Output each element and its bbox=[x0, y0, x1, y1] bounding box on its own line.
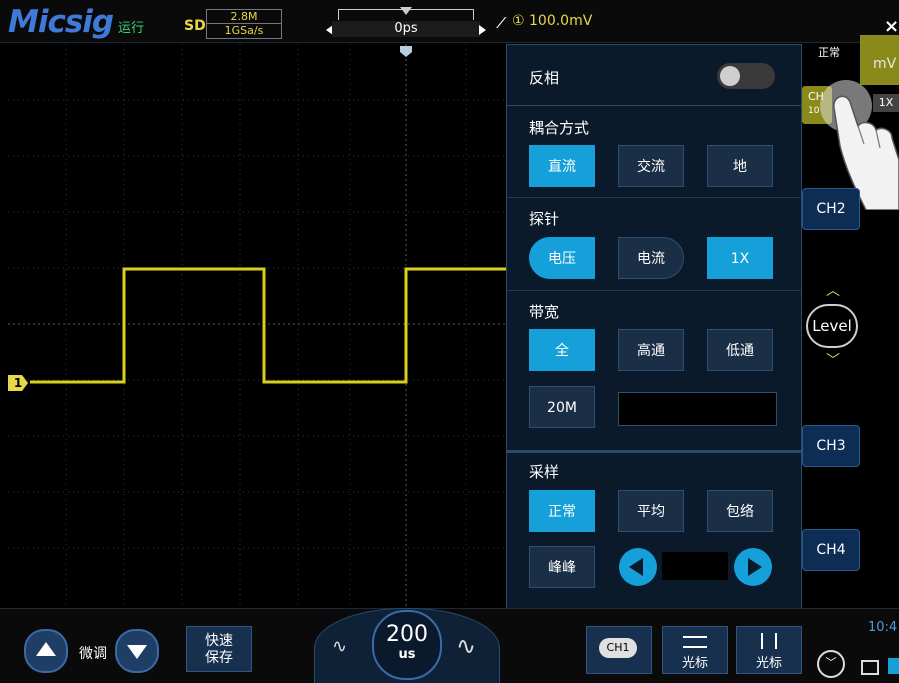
clock-time: 10:4 bbox=[868, 620, 898, 635]
acquisition-info[interactable]: 2.8M 1GSa/s bbox=[206, 9, 282, 39]
decrease-arrow-icon[interactable] bbox=[619, 548, 657, 586]
trigger-position-marker-icon bbox=[400, 7, 412, 15]
timebase-increase-icon[interactable]: ∿ bbox=[456, 632, 476, 660]
coupling-ground-button[interactable]: 地 bbox=[707, 145, 773, 187]
trigger-mode-label[interactable]: 正常 bbox=[818, 44, 840, 60]
ch4-button[interactable]: CH4 bbox=[802, 529, 860, 571]
probe-voltage-button[interactable]: 电压 bbox=[529, 237, 595, 279]
probe-current-button[interactable]: 电流 bbox=[618, 237, 684, 279]
vertical-cursor-icon bbox=[761, 633, 777, 649]
channel-settings-panel: 反相 耦合方式 直流 交流 地 探针 电压 电流 1X 带宽 全 高通 低通 2… bbox=[506, 44, 802, 609]
divider bbox=[507, 450, 801, 453]
invert-toggle[interactable] bbox=[717, 63, 775, 89]
sampling-peak-button[interactable]: 峰峰 bbox=[529, 546, 595, 588]
time-offset-value[interactable]: 0ps bbox=[332, 21, 480, 37]
ch1-source-button[interactable]: CH1 bbox=[586, 626, 652, 674]
bandwidth-full-button[interactable]: 全 bbox=[529, 329, 595, 371]
micsig-logo: Micsig bbox=[8, 4, 114, 40]
timebase-decrease-icon[interactable]: ∿ bbox=[332, 636, 347, 657]
fine-up-button[interactable] bbox=[24, 629, 68, 673]
sample-rate: 1GSa/s bbox=[207, 23, 281, 37]
toggle-knob bbox=[720, 66, 740, 86]
trigger-edge-icon: ⁄ bbox=[500, 14, 503, 32]
scroll-right-icon[interactable] bbox=[479, 25, 486, 35]
triangle-down-icon bbox=[127, 645, 147, 659]
bandwidth-highpass-button[interactable]: 高通 bbox=[618, 329, 684, 371]
divider bbox=[507, 290, 801, 291]
coupling-ac-button[interactable]: 交流 bbox=[618, 145, 684, 187]
invert-label: 反相 bbox=[529, 69, 560, 87]
coupling-title: 耦合方式 bbox=[529, 119, 590, 137]
horizontal-position-control[interactable]: 0ps bbox=[320, 7, 492, 37]
run-state-indicator[interactable]: 运行 bbox=[118, 17, 144, 36]
level-up-icon[interactable]: ︿ bbox=[826, 280, 840, 300]
bandwidth-lowpass-button[interactable]: 低通 bbox=[707, 329, 773, 371]
divider bbox=[507, 105, 801, 106]
timebase-knob[interactable]: 200 us bbox=[372, 610, 442, 680]
triangle-up-icon bbox=[36, 642, 56, 656]
collapse-menu-icon[interactable]: ﹀ bbox=[817, 650, 845, 678]
memory-depth: 2.8M bbox=[230, 10, 258, 23]
timebase-value: 200 bbox=[386, 622, 428, 647]
probe-title: 探针 bbox=[529, 210, 560, 228]
fine-down-button[interactable] bbox=[115, 629, 159, 673]
sampling-envelope-button[interactable]: 包络 bbox=[707, 490, 773, 532]
vertical-cursor-button[interactable]: 光标 bbox=[736, 626, 802, 674]
ch3-button[interactable]: CH3 bbox=[802, 425, 860, 467]
bandwidth-title: 带宽 bbox=[529, 303, 560, 321]
horizontal-cursor-icon bbox=[683, 636, 707, 648]
increase-arrow-icon[interactable] bbox=[734, 548, 772, 586]
sd-card-indicator: SD bbox=[184, 18, 206, 34]
timebase-unit: us bbox=[398, 647, 416, 662]
level-knob[interactable]: Level bbox=[806, 304, 858, 348]
horizontal-cursor-button[interactable]: 光标 bbox=[662, 626, 728, 674]
screen-icon[interactable] bbox=[861, 660, 879, 675]
horizontal-cursor-label: 光标 bbox=[681, 656, 708, 671]
quick-save-line2: 保存 bbox=[205, 650, 233, 666]
waveform-display[interactable] bbox=[8, 44, 508, 608]
quick-save-line1: 快速 bbox=[205, 633, 233, 649]
quick-save-button[interactable]: 快速 保存 bbox=[186, 626, 252, 672]
coupling-dc-button[interactable]: 直流 bbox=[529, 145, 595, 187]
fine-adjust-label: 微调 bbox=[79, 646, 107, 662]
bandwidth-20m-button[interactable]: 20M bbox=[529, 386, 595, 428]
sampling-normal-button[interactable]: 正常 bbox=[529, 490, 595, 532]
probe-ratio-button[interactable]: 1X bbox=[707, 237, 773, 279]
ch1-source-tab: CH1 bbox=[599, 638, 637, 658]
trigger-level-info[interactable]: ① 100.0mV bbox=[512, 13, 592, 29]
divider bbox=[507, 197, 801, 198]
ch2-button[interactable]: CH2 bbox=[802, 188, 860, 230]
sampling-title: 采样 bbox=[529, 463, 560, 481]
average-count-field[interactable] bbox=[662, 552, 728, 580]
battery-icon bbox=[888, 658, 899, 674]
sampling-average-button[interactable]: 平均 bbox=[618, 490, 684, 532]
close-icon[interactable]: × bbox=[884, 16, 899, 37]
bandwidth-value-field[interactable] bbox=[618, 392, 777, 426]
top-status-bar: Micsig 运行 SD 2.8M 1GSa/s 0ps ⁄ ① 100.0mV… bbox=[0, 0, 899, 43]
level-down-icon[interactable]: ﹀ bbox=[826, 350, 840, 370]
vertical-cursor-label: 光标 bbox=[755, 656, 782, 671]
